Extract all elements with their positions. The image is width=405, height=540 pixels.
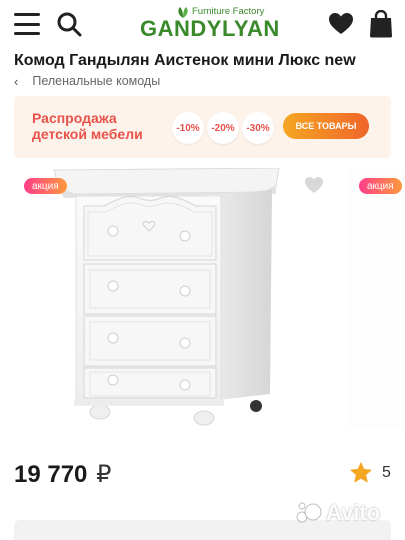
discount-badge: -10% — [172, 112, 204, 144]
watermark-text: Avito — [326, 500, 381, 525]
promo-banner[interactable]: Распродажа детской мебели -10% -20% -30%… — [14, 96, 391, 158]
discount-badge: -20% — [207, 112, 239, 144]
dresser-image-next — [349, 168, 405, 430]
discount-badge: -30% — [242, 112, 274, 144]
heart-icon[interactable] — [328, 12, 354, 36]
logo-wordmark: GANDYLYAN — [140, 16, 280, 41]
star-icon — [350, 462, 372, 483]
brand-logo[interactable]: Furniture Factory GANDYLYAN — [140, 4, 279, 44]
avito-logo-icon — [296, 502, 322, 523]
product-photo[interactable]: акция — [14, 168, 334, 430]
product-price: 19 770 ₽ — [14, 460, 111, 489]
favorite-icon[interactable] — [304, 176, 324, 194]
sale-badge: акция — [359, 178, 402, 194]
banner-headline: Распродажа детской мебели — [32, 110, 143, 142]
shopping-bag-icon[interactable] — [369, 10, 393, 38]
menu-icon[interactable] — [14, 13, 40, 35]
price-currency: ₽ — [96, 461, 112, 488]
rating-value: 5 — [382, 463, 391, 481]
app-header: Furniture Factory GANDYLYAN — [0, 0, 405, 48]
avito-watermark: Avito — [296, 500, 380, 526]
product-title: Комод Гандылян Аистенок мини Люкс new — [14, 52, 356, 69]
product-rating[interactable]: 5 — [350, 462, 391, 483]
breadcrumb-category[interactable]: Пеленальные комоды — [32, 74, 160, 88]
search-icon[interactable] — [56, 11, 82, 37]
breadcrumb[interactable]: ‹ Пеленальные комоды — [14, 73, 160, 89]
banner-discounts: -10% -20% -30% — [172, 112, 274, 144]
all-products-button[interactable]: ВСЕ ТОВАРЫ — [283, 113, 369, 139]
next-product-photo[interactable]: акция — [349, 168, 405, 430]
banner-line-1: Распродажа — [32, 110, 117, 126]
sale-badge: акция — [24, 178, 67, 194]
banner-line-2: детской мебели — [32, 126, 143, 142]
chevron-left-icon[interactable]: ‹ — [14, 74, 18, 89]
dresser-image — [53, 168, 280, 426]
price-value: 19 770 — [14, 461, 88, 488]
